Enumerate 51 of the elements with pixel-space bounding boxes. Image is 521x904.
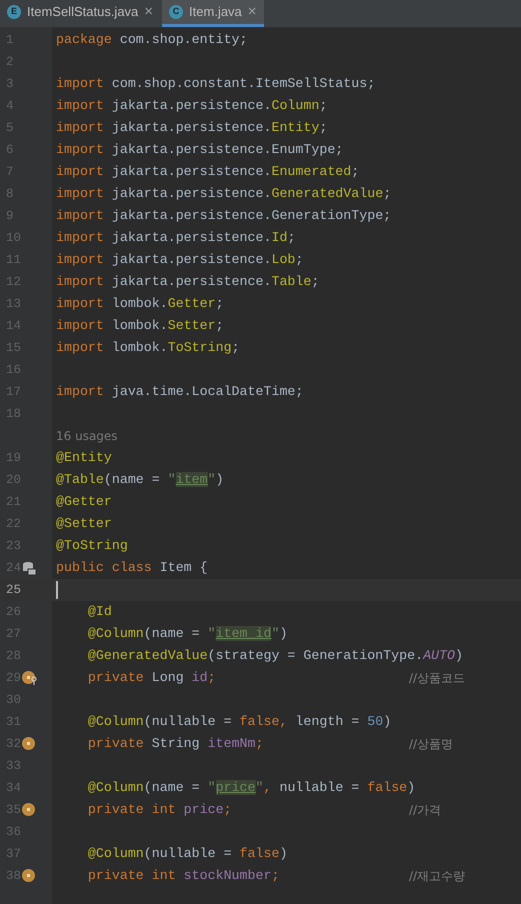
field-icon[interactable] xyxy=(22,737,37,751)
field-icon[interactable] xyxy=(22,869,37,883)
code-line: public class Item { xyxy=(56,559,209,578)
close-button[interactable]: × xyxy=(248,0,257,24)
tab-label: Item.java xyxy=(189,3,242,22)
code-line: import lombok.Setter; xyxy=(56,317,225,336)
code-line: import com.shop.constant.ItemSellStatus; xyxy=(56,75,376,94)
code-line: import jakarta.persistence.Id; xyxy=(56,229,296,248)
code-line: import jakarta.persistence.Table; xyxy=(56,273,320,292)
tab-label: ItemSellStatus.java xyxy=(27,3,138,22)
code-line: @Column(name = "price", nullable = false) xyxy=(86,779,416,798)
file-type-icon: E xyxy=(7,5,21,19)
code-line: private Long id; xyxy=(86,669,217,688)
code-line: @Getter xyxy=(56,493,113,512)
code-line: import jakarta.persistence.Entity; xyxy=(56,119,328,138)
file-tab[interactable]: E ItemSellStatus.java × xyxy=(0,0,160,27)
code-line: private int stockNumber; xyxy=(86,867,280,886)
close-button[interactable]: × xyxy=(144,0,154,24)
code-line: @Setter xyxy=(56,515,113,534)
field-key-icon[interactable] xyxy=(22,671,37,685)
text-cursor xyxy=(56,581,58,599)
code-line: private String itemNm; xyxy=(86,735,264,754)
usages-hint[interactable]: 16 usages xyxy=(56,427,118,445)
code-line: @Entity xyxy=(56,449,113,468)
code-line: import jakarta.persistence.Enumerated; xyxy=(56,163,360,182)
code-line: @ToString xyxy=(56,537,129,556)
code-comment: //상품코드 xyxy=(409,670,466,687)
code-comment: //재고수량 xyxy=(409,868,466,885)
code-line: @Column(name = "item_id") xyxy=(86,625,288,644)
code-line: package com.shop.entity; xyxy=(56,31,249,50)
code-line: @Table(name = "item") xyxy=(56,471,225,490)
code-line: import jakarta.persistence.EnumType; xyxy=(56,141,344,160)
code-line: import lombok.Getter; xyxy=(56,295,225,314)
code-line: import jakarta.persistence.GenerationType; xyxy=(56,207,392,226)
code-line: @GeneratedValue(strategy = GenerationType.AUTO) xyxy=(86,647,463,666)
code-line: private int price; xyxy=(86,801,233,820)
code-line: import jakarta.persistence.GeneratedValue; xyxy=(56,185,392,204)
code-line: @Column(nullable = false) xyxy=(86,845,288,864)
file-type-icon: C xyxy=(169,5,184,19)
file-tab[interactable]: C Item.java × xyxy=(162,0,264,27)
code-comment: //가격 xyxy=(409,802,442,819)
field-icon[interactable] xyxy=(22,803,37,817)
code-line: @Column(nullable = false, length = 50) xyxy=(86,713,392,732)
code-line: import jakarta.persistence.Lob; xyxy=(56,251,304,270)
line-number: 25 xyxy=(5,582,22,599)
code-line: import lombok.ToString; xyxy=(56,339,241,358)
code-line: import jakarta.persistence.Column; xyxy=(56,97,328,116)
code-line: @Id xyxy=(86,603,113,622)
database-table-icon[interactable] xyxy=(22,561,36,575)
code-comment: //상품명 xyxy=(409,736,454,753)
code-line: import java.time.LocalDateTime; xyxy=(56,383,304,402)
